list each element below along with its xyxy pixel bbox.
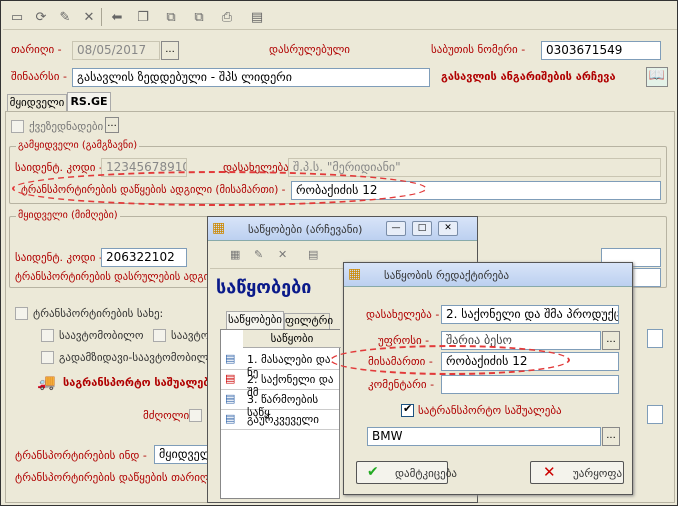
copy-icon[interactable]: ❐ <box>133 7 153 27</box>
tab-warehouses[interactable]: საწყობები <box>226 311 284 329</box>
close-button[interactable]: ✕ <box>438 221 458 236</box>
buyer-id-label: საიდენტ. კოდი - <box>15 251 103 264</box>
highlight-ellipse-seller <box>12 171 427 206</box>
list-item[interactable]: ▤ 1. მასალები და ნე <box>221 350 339 379</box>
status-text: დასრულებული <box>269 43 350 56</box>
content-field[interactable]: გასავლის ზედდებული - შპს ლიდერი <box>72 68 430 87</box>
date-label: თარიღი - <box>11 43 62 56</box>
warehouse-edit-window: ▦ საწყობის რედაქტირება დასახელება - 2. ს… <box>343 262 633 495</box>
opt-carrier-label: გადამზიდავი-საავტომობილო <box>59 351 217 364</box>
opt-auto-checkbox[interactable] <box>41 329 54 342</box>
doc-icon: ▤ <box>225 392 236 405</box>
driver-checkbox[interactable] <box>189 409 202 422</box>
comment-field[interactable] <box>441 375 619 394</box>
car-picker-button[interactable]: ... <box>602 427 620 446</box>
ok-button[interactable]: ✔ დამტკიცება <box>356 461 457 484</box>
edit-icon[interactable]: ✎ <box>254 248 263 261</box>
buyer-id-field[interactable]: 206322102 <box>101 248 187 267</box>
cross-icon: ✕ <box>543 463 556 481</box>
warehouses-titlebar[interactable]: ▦ საწყობები (არჩევანი) — □ ✕ <box>208 217 477 241</box>
stack-icon[interactable]: ▤ <box>247 7 267 27</box>
cancel-button[interactable]: ✕ უარყოფა <box>530 461 624 484</box>
list-item[interactable]: ▤ გაურკვეველი <box>221 410 339 430</box>
delete-icon[interactable]: ✕ <box>79 7 99 27</box>
transport-checkbox[interactable] <box>15 307 28 320</box>
trans-type-label: ტრანსპორტირების ინდ - <box>15 449 147 462</box>
back-icon[interactable]: ⬅ <box>107 7 127 27</box>
opt-auto2-label: საავტო <box>171 329 210 342</box>
checkmark-icon: ✔ <box>367 464 379 480</box>
doc-icon: ▤ <box>225 352 236 365</box>
right-field-2[interactable] <box>647 329 663 348</box>
transport-label: ტრანსპორტირების სახე: <box>33 307 164 320</box>
edit-titlebar[interactable]: ▦ საწყობის რედაქტირება <box>344 263 632 287</box>
warehouses-title: საწყობები (არჩევანი) <box>248 223 363 236</box>
vehicle-label: საგრანსპორტო საშუალების <box>63 376 223 389</box>
resp-picker-button[interactable]: ... <box>602 331 620 350</box>
doc-number-field[interactable]: 0303671549 <box>541 41 661 60</box>
car-field[interactable]: BMW <box>367 427 601 446</box>
buyer-addr-label: ტრანსპორტირების დასრულების ადგილი <box>15 271 226 283</box>
print-icon[interactable]: ▤ <box>308 248 318 261</box>
name-label: დასახელება - <box>366 308 440 321</box>
buyer-title: მყიდველი (მიმღები) <box>16 210 120 221</box>
delete-icon[interactable]: ✕ <box>278 248 287 261</box>
transport-label: სატრანსპორტო საშუალება <box>418 404 562 417</box>
tab-filter[interactable]: ფილტრი <box>284 313 333 329</box>
opt-auto2-checkbox[interactable] <box>153 329 166 342</box>
minimize-button[interactable]: — <box>386 221 406 236</box>
excise-button[interactable]: ... <box>105 117 119 133</box>
opt-carrier-checkbox[interactable] <box>41 351 54 364</box>
doc-number-label: საბუთის ნომერი - <box>431 43 526 56</box>
trans-type-field[interactable]: მყიდველი <box>154 445 210 464</box>
excise-label: ქვეზედნადები <box>29 120 104 133</box>
maximize-button[interactable]: □ <box>412 221 432 236</box>
date-field[interactable]: 08/05/2017 <box>72 41 160 60</box>
boxes-icon: ▦ <box>212 220 226 236</box>
comment-label: კომენტარი - <box>368 378 435 391</box>
add-icon[interactable]: ▦ <box>230 248 240 261</box>
vehicle-icon[interactable]: 🚚 <box>37 373 59 393</box>
book-icon[interactable]: 📖 <box>646 67 668 87</box>
list-item[interactable]: ▤ 3. წარმოების საწყ <box>221 390 339 419</box>
open-icon[interactable]: ⟳ <box>31 7 51 27</box>
date-picker-button[interactable]: ... <box>161 41 179 60</box>
warehouses-heading: საწყობები <box>216 277 312 298</box>
edit-title: საწყობის რედაქტირება <box>384 269 510 282</box>
toolbar: ▭ ⟳ ✎ ✕ ⬅ ❐ ⧉ ⧉ ⎙ ▤ <box>3 4 677 30</box>
ok-label: დამტკიცება <box>395 467 457 480</box>
right-field-1[interactable] <box>647 405 663 424</box>
import-icon[interactable]: ⧉ <box>189 7 209 27</box>
report-link[interactable]: გასავლის ანგარიშების არჩევა <box>441 70 616 83</box>
content-label: შინაარსი - <box>11 70 67 83</box>
excise-checkbox[interactable] <box>11 120 24 133</box>
name-field[interactable]: 2. საქონელი და შმა პროდუქცია <box>441 305 619 324</box>
cancel-label: უარყოფა <box>573 467 623 480</box>
seller-id-label: საიდენტ. კოდი - <box>15 161 103 174</box>
transport-checkbox[interactable] <box>401 402 414 417</box>
warehouses-list: საწყობი ▤ 1. მასალები და ნე ▤ 2. საქონელი … <box>220 329 341 499</box>
doc-icon: ▤ <box>225 412 236 425</box>
new-icon[interactable]: ▭ <box>7 7 27 27</box>
highlight-ellipse-address <box>330 345 570 375</box>
column-header[interactable]: საწყობი <box>243 330 341 348</box>
list-item-label: გაურკვეველი <box>247 413 319 426</box>
opt-auto-label: საავტომობილო <box>59 329 144 342</box>
trans-date-label: ტრანსპორტირების დაწყების თარიღი - <box>15 471 222 484</box>
export-icon[interactable]: ⧉ <box>161 7 181 27</box>
list-item[interactable]: ▤ 2. საქონელი და შმ <box>221 370 339 399</box>
tab-buyer[interactable]: მყიდველი <box>7 94 67 112</box>
tab-rsge[interactable]: RS.GE <box>67 92 111 112</box>
seller-title: გამყიდველი (გამგზავნი) <box>16 140 140 151</box>
edit-icon[interactable]: ✎ <box>55 7 75 27</box>
print-icon[interactable]: ⎙ <box>217 7 237 27</box>
boxes-icon: ▦ <box>348 266 362 282</box>
doc-star-icon: ▤ <box>225 372 236 385</box>
